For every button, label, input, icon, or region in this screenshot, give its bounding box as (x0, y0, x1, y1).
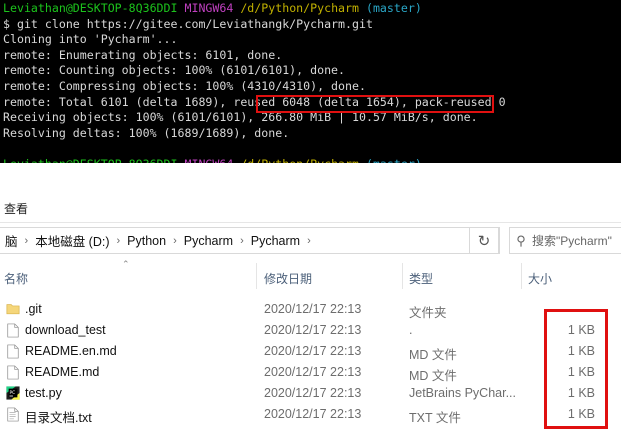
refresh-icon: ↻ (477, 231, 491, 250)
file-size-highlight (544, 309, 608, 429)
file-type: MD 文件 (409, 369, 457, 383)
file-row[interactable]: 目录文档.txt 2020/12/17 22:13 TXT 文件 1 KB (0, 404, 621, 425)
file-row[interactable]: download_test 2020/12/17 22:13. 1 KB (0, 320, 621, 341)
chevron-right-icon[interactable]: › (23, 235, 31, 247)
terminal-line: $ git clone https://gitee.com/Leviathang… (3, 17, 621, 33)
search-icon: ⚲ (516, 232, 526, 248)
terminal-output: Leviathan@DESKTOP-8Q36DDI MINGW64 /d/Pyt… (3, 1, 621, 163)
ribbon-divider (0, 222, 621, 223)
file-date: 2020/12/17 22:13 (264, 407, 362, 421)
terminal-line: remote: Compressing objects: 100% (4310/… (3, 79, 621, 95)
file-name[interactable]: .git (25, 302, 42, 316)
search-placeholder: 搜索"Pycharm" (532, 234, 612, 248)
file-date: 2020/12/17 22:13 (264, 302, 362, 316)
column-header-date[interactable]: 修改日期 (264, 267, 312, 289)
chevron-right-icon[interactable]: › (171, 235, 179, 247)
folder-icon (6, 302, 20, 317)
terminal-text: /d/Python/Pycharm (240, 1, 366, 15)
file-date: 2020/12/17 22:13 (264, 386, 362, 400)
file-name[interactable]: 目录文档.txt (25, 407, 92, 426)
pycharm-icon: PC (6, 386, 20, 401)
breadcrumb-python[interactable]: Python (122, 234, 171, 248)
terminal-line: Cloning into 'Pycharm'... (3, 32, 621, 48)
search-input[interactable]: ⚲ 搜索"Pycharm" (509, 227, 621, 254)
terminal-text: Resolving deltas: 100% (1689/1689), done… (3, 125, 290, 140)
terminal-line: Resolving deltas: 100% (1689/1689), done… (3, 126, 621, 142)
file-type: . (409, 323, 413, 337)
breadcrumb-pycharm-current[interactable]: Pycharm (246, 234, 305, 248)
terminal-line: Leviathan@DESKTOP-8Q36DDI MINGW64 /d/Pyt… (3, 1, 621, 17)
column-header-size[interactable]: 大小 (528, 267, 552, 289)
chevron-right-icon[interactable]: › (238, 235, 246, 247)
file-name[interactable]: README.en.md (25, 344, 117, 358)
sort-up-icon: ⌃ (122, 260, 130, 270)
download-speed-highlight (256, 95, 494, 113)
ribbon-tab-view[interactable]: 查看 (4, 200, 28, 217)
terminal-line: remote: Enumerating objects: 6101, done. (3, 48, 621, 64)
column-divider[interactable] (521, 263, 522, 289)
column-divider[interactable] (256, 263, 257, 289)
file-name[interactable]: download_test (25, 323, 106, 337)
file-type: MD 文件 (409, 348, 457, 362)
terminal-text: remote: Enumerating objects: 6101, done. (3, 47, 283, 62)
file-row[interactable]: README.en.md 2020/12/17 22:13 MD 文件 1 KB (0, 341, 621, 362)
column-header-name[interactable]: 名称 (4, 267, 28, 289)
breadcrumb-local-disk[interactable]: 本地磁盘 (D:) (30, 231, 114, 250)
terminal-text: remote: Compressing objects: 100% (4310/… (3, 78, 366, 93)
terminal-text: MINGW64 (184, 1, 241, 15)
file-row[interactable]: .git 2020/12/17 22:13 文件夹 (0, 299, 621, 320)
file-icon (6, 323, 20, 338)
file-type: JetBrains PyChar... (409, 386, 516, 400)
file-icon (6, 344, 20, 359)
svg-text:PC: PC (10, 390, 16, 396)
terminal-text: remote: Counting objects: 100% (6101/610… (3, 63, 346, 78)
file-name[interactable]: README.md (25, 365, 99, 379)
file-name[interactable]: test.py (25, 386, 62, 400)
file-type: TXT 文件 (409, 411, 461, 425)
file-row[interactable]: PC test.py 2020/12/17 22:13 JetBrains PyCha… (0, 383, 621, 404)
git-bash-terminal[interactable]: Leviathan@DESKTOP-8Q36DDI MINGW64 /d/Pyt… (0, 0, 621, 163)
file-explorer: 查看 脑 › 本地磁盘 (D:) › Python › Pycharm › Py… (0, 163, 621, 435)
breadcrumb-computer[interactable]: 脑 (0, 231, 23, 250)
column-divider[interactable] (402, 263, 403, 289)
file-icon (6, 365, 20, 380)
file-type: 文件夹 (409, 306, 447, 320)
breadcrumb-pycharm[interactable]: Pycharm (179, 234, 238, 248)
terminal-text: (master) (365, 1, 422, 15)
file-date: 2020/12/17 22:13 (264, 344, 362, 358)
terminal-text: Leviathan@DESKTOP-8Q36DDI (3, 1, 185, 15)
file-row[interactable]: README.md 2020/12/17 22:13 MD 文件 1 KB (0, 362, 621, 383)
refresh-button[interactable]: ↻ (469, 227, 499, 254)
terminal-line: remote: Counting objects: 100% (6101/610… (3, 63, 621, 79)
text-file-icon (6, 407, 20, 422)
chevron-right-icon[interactable]: › (305, 235, 313, 247)
terminal-text: $ git clone https://gitee.com/Leviathang… (3, 16, 373, 31)
column-header-type[interactable]: 类型 (409, 267, 433, 289)
chevron-right-icon[interactable]: › (115, 235, 123, 247)
terminal-text: Cloning into 'Pycharm'... (3, 32, 178, 47)
file-date: 2020/12/17 22:13 (264, 323, 362, 337)
address-bar[interactable]: 脑 › 本地磁盘 (D:) › Python › Pycharm › Pycha… (0, 227, 500, 254)
file-date: 2020/12/17 22:13 (264, 365, 362, 379)
